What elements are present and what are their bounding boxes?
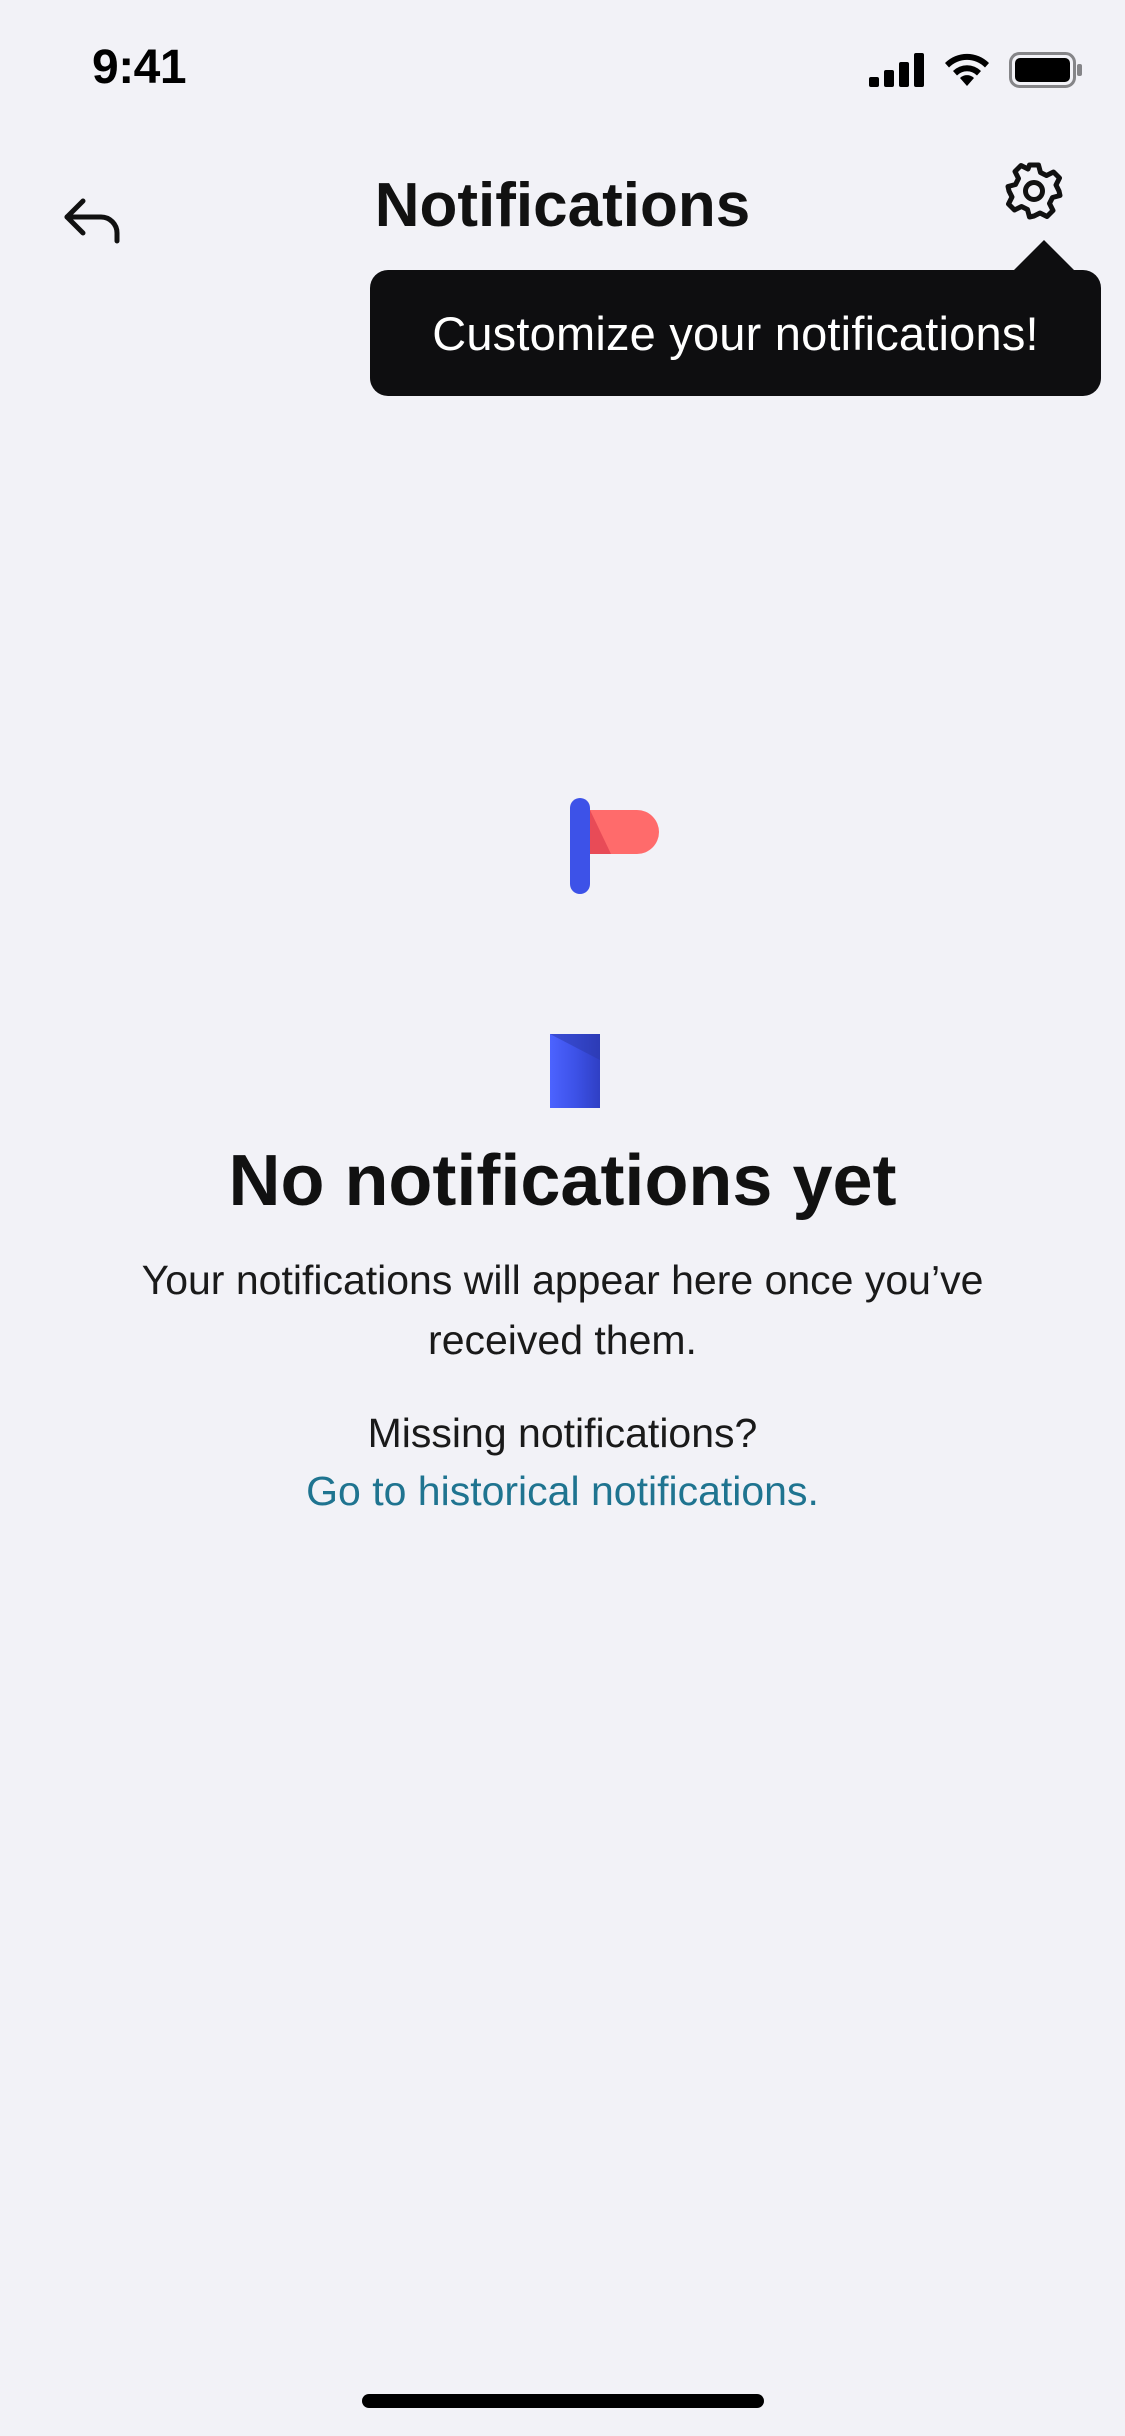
- mailbox-check-illustration: [550, 798, 659, 1108]
- gear-icon: [1005, 162, 1063, 220]
- cellular-signal-icon: [869, 53, 924, 87]
- status-icons: [869, 48, 1083, 92]
- home-indicator[interactable]: [362, 2394, 764, 2408]
- wifi-icon: [945, 53, 989, 86]
- page-title: Notifications: [374, 171, 751, 240]
- battery-icon: [1009, 52, 1082, 88]
- empty-state-title: No notifications yet: [228, 1141, 897, 1221]
- missing-notifications-label: Missing notifications?: [367, 1410, 758, 1456]
- tooltip-text: Customize your notifications!: [432, 306, 1039, 360]
- customize-tooltip[interactable]: Customize your notifications!: [370, 270, 1101, 396]
- notifications-screen: 9:41 Notifications Customize your notifi…: [0, 0, 1125, 2436]
- tooltip-arrow: [1012, 240, 1076, 272]
- settings-button[interactable]: [998, 155, 1070, 227]
- historical-notifications-link[interactable]: Go to historical notifications.: [0, 1468, 1125, 1515]
- empty-state-body: Your notifications will appear here once…: [141, 1257, 984, 1363]
- status-time: 9:41: [92, 41, 187, 94]
